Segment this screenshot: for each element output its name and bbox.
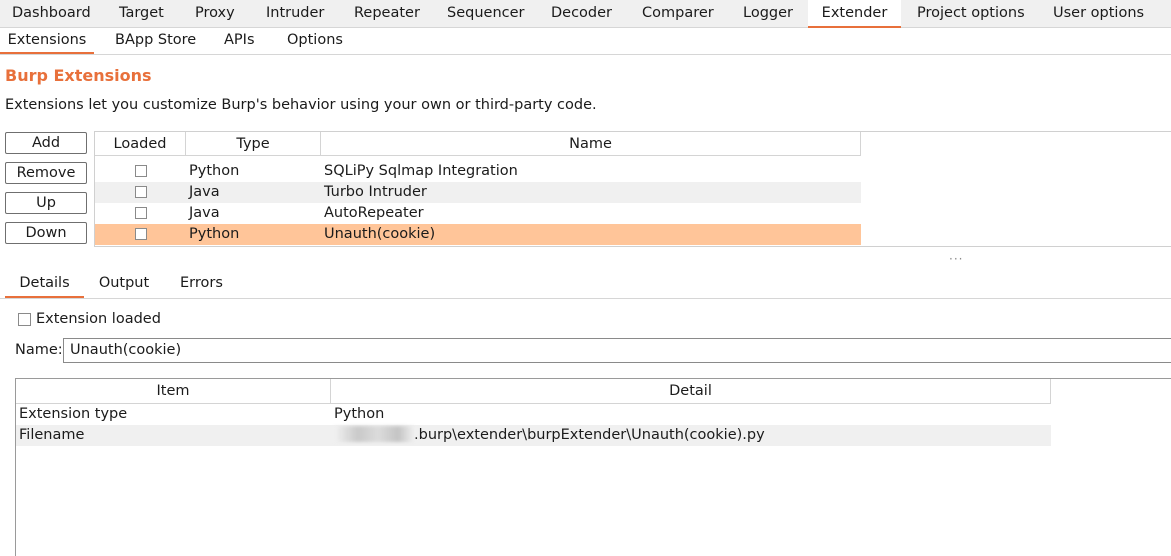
extension-row[interactable]: Java Turbo Intruder <box>95 182 861 203</box>
tab-target[interactable]: Target <box>109 0 174 27</box>
loaded-checkbox[interactable] <box>135 228 147 240</box>
extension-details-table: Item Detail Extension type Python Filena… <box>15 378 1171 556</box>
item-cell: Filename <box>19 427 85 443</box>
extensions-table: Loaded Type Name Python SQLiPy Sqlmap In… <box>94 131 1171 247</box>
extension-loaded-checkbox[interactable] <box>18 313 31 326</box>
name-field[interactable]: Unauth(cookie) <box>63 338 1171 363</box>
tab-comparer[interactable]: Comparer <box>632 0 724 27</box>
tab-errors[interactable]: Errors <box>180 270 223 296</box>
column-header-type[interactable]: Type <box>186 132 321 156</box>
section-title: Burp Extensions <box>5 66 152 85</box>
loaded-checkbox[interactable] <box>135 186 147 198</box>
tab-extender[interactable]: Extender <box>808 0 901 28</box>
tab-repeater[interactable]: Repeater <box>344 0 430 27</box>
extension-type: Java <box>189 184 220 200</box>
section-description: Extensions let you customize Burp's beha… <box>5 97 597 113</box>
main-tab-bar: Dashboard Target Proxy Intruder Repeater… <box>0 0 1171 28</box>
extension-row[interactable]: Java AutoRepeater <box>95 203 861 224</box>
extension-type: Python <box>189 163 240 179</box>
redacted-path <box>334 426 414 442</box>
extension-type: Python <box>189 226 240 242</box>
detail-cell: Python <box>334 406 385 422</box>
column-header-name[interactable]: Name <box>321 132 861 156</box>
extension-row[interactable]: Python SQLiPy Sqlmap Integration <box>95 161 861 182</box>
extension-name: AutoRepeater <box>324 205 424 221</box>
remove-button[interactable]: Remove <box>5 162 87 184</box>
up-button[interactable]: Up <box>5 192 87 214</box>
name-label: Name: <box>15 342 63 358</box>
split-pane-divider[interactable] <box>0 255 1171 263</box>
column-header-loaded[interactable]: Loaded <box>95 132 186 156</box>
add-button[interactable]: Add <box>5 132 87 154</box>
tab-options[interactable]: Options <box>287 28 343 52</box>
loaded-checkbox[interactable] <box>135 165 147 177</box>
column-header-detail[interactable]: Detail <box>331 379 1051 404</box>
extension-loaded-label: Extension loaded <box>36 311 161 327</box>
extension-type: Java <box>189 205 220 221</box>
tab-intruder[interactable]: Intruder <box>256 0 334 27</box>
extension-name: SQLiPy Sqlmap Integration <box>324 163 518 179</box>
tab-bapp-store[interactable]: BApp Store <box>115 28 196 52</box>
tab-decoder[interactable]: Decoder <box>541 0 622 27</box>
extension-name: Turbo Intruder <box>324 184 427 200</box>
tab-project-options[interactable]: Project options <box>907 0 1035 27</box>
filename-path: .burp\extender\burpExtender\Unauth(cooki… <box>414 427 765 443</box>
tab-user-options[interactable]: User options <box>1043 0 1154 27</box>
tab-output[interactable]: Output <box>98 270 150 296</box>
detail-tab-bar: Details Output Errors <box>0 270 1171 299</box>
tab-sequencer[interactable]: Sequencer <box>437 0 534 27</box>
tab-logger[interactable]: Logger <box>733 0 803 27</box>
down-button[interactable]: Down <box>5 222 87 244</box>
extension-name: Unauth(cookie) <box>324 226 436 242</box>
tab-details[interactable]: Details <box>5 270 84 298</box>
tab-extensions[interactable]: Extensions <box>0 28 94 54</box>
tab-apis[interactable]: APIs <box>224 28 255 52</box>
tab-proxy[interactable]: Proxy <box>185 0 245 27</box>
extension-row-selected[interactable]: Python Unauth(cookie) <box>95 224 861 245</box>
tab-dashboard[interactable]: Dashboard <box>2 0 101 27</box>
column-header-item[interactable]: Item <box>16 379 331 404</box>
table-row[interactable]: Filename .burp\extender\burpExtender\Una… <box>16 425 1051 446</box>
splitter-grip-icon[interactable]: ··· <box>949 252 963 266</box>
extender-sub-tab-bar: Extensions BApp Store APIs Options <box>0 28 1171 55</box>
loaded-checkbox[interactable] <box>135 207 147 219</box>
detail-cell: .burp\extender\burpExtender\Unauth(cooki… <box>334 425 765 446</box>
table-row[interactable]: Extension type Python <box>16 404 1051 425</box>
item-cell: Extension type <box>19 406 128 422</box>
